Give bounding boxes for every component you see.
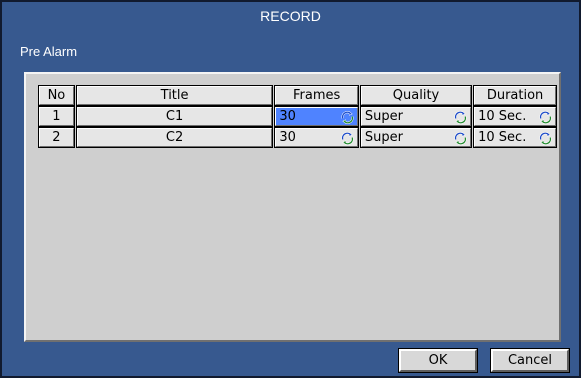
header-quality: Quality <box>359 85 473 106</box>
table-row: 1 C1 30 Super 10 Sec. <box>38 106 557 127</box>
refresh-cycle-icon[interactable] <box>453 131 468 146</box>
camera-title-cell[interactable]: C1 <box>75 106 274 127</box>
refresh-cycle-icon[interactable] <box>453 110 468 125</box>
row-number: 1 <box>38 106 75 127</box>
header-no: No <box>38 85 75 106</box>
row-number: 2 <box>38 127 75 148</box>
duration-value: 10 Sec. <box>478 109 527 124</box>
refresh-cycle-icon[interactable] <box>538 131 553 146</box>
frames-value: 30 <box>279 109 296 124</box>
duration-spinner[interactable]: 10 Sec. <box>473 106 557 127</box>
duration-spinner[interactable]: 10 Sec. <box>473 127 557 148</box>
record-table-panel: No Title Frames Quality Duration 1 C1 30 <box>24 72 561 342</box>
quality-spinner[interactable]: Super <box>359 106 473 127</box>
quality-value: Super <box>364 109 403 124</box>
quality-spinner[interactable]: Super <box>359 127 473 148</box>
header-frames: Frames <box>274 85 359 106</box>
dialog-title: RECORD <box>260 8 321 24</box>
header-duration: Duration <box>473 85 557 106</box>
frames-spinner[interactable]: 30 <box>274 127 359 148</box>
frames-spinner[interactable]: 30 <box>274 106 359 127</box>
quality-value: Super <box>364 130 403 145</box>
refresh-cycle-icon[interactable] <box>340 110 355 125</box>
refresh-cycle-icon[interactable] <box>340 131 355 146</box>
cancel-button[interactable]: Cancel <box>490 348 570 373</box>
frames-value: 30 <box>279 130 296 145</box>
table-header-row: No Title Frames Quality Duration <box>38 85 557 106</box>
record-table: No Title Frames Quality Duration 1 C1 30 <box>36 84 559 149</box>
ok-button[interactable]: OK <box>398 348 478 373</box>
camera-title-cell[interactable]: C2 <box>75 127 274 148</box>
record-dialog: RECORD Pre Alarm No Title Frames Quality… <box>0 0 581 378</box>
section-label-pre-alarm: Pre Alarm <box>20 44 78 59</box>
refresh-cycle-icon[interactable] <box>538 110 553 125</box>
table-row: 2 C2 30 Super 10 Sec. <box>38 127 557 148</box>
header-title: Title <box>75 85 274 106</box>
duration-value: 10 Sec. <box>478 130 527 145</box>
